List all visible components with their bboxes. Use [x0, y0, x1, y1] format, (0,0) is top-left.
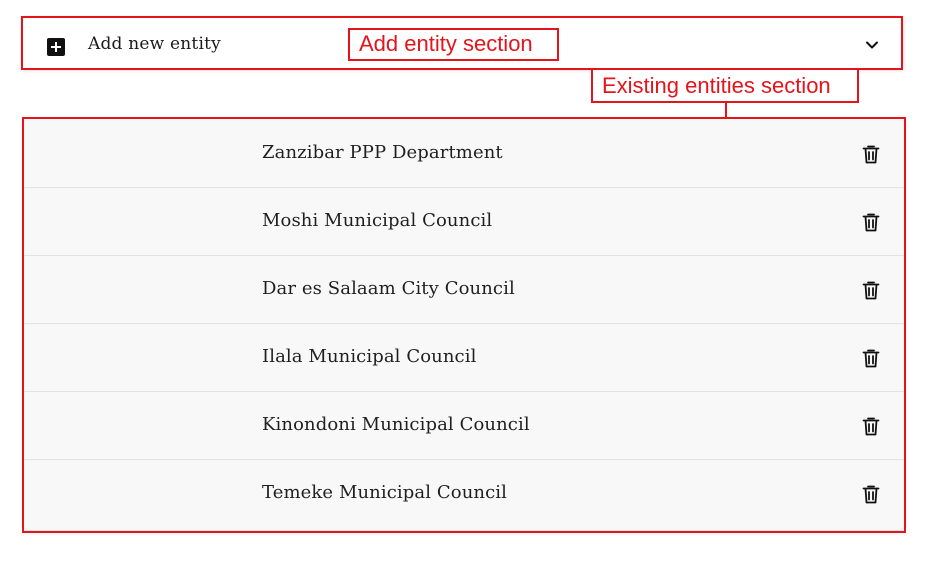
entity-name: Kinondoni Municipal Council [262, 414, 530, 435]
trash-icon[interactable] [862, 212, 880, 232]
entity-row: Kinondoni Municipal Council [24, 392, 904, 460]
trash-icon[interactable] [862, 484, 880, 504]
chevron-down-icon[interactable] [864, 37, 880, 53]
trash-icon[interactable] [862, 280, 880, 300]
entity-name: Temeke Municipal Council [262, 482, 507, 503]
entity-name: Zanzibar PPP Department [262, 142, 503, 163]
plus-square-icon [47, 38, 65, 56]
add-entity-label: Add new entity [88, 34, 221, 54]
entity-row: Dar es Salaam City Council [24, 256, 904, 324]
existing-entities-section-callout: Existing entities section [591, 68, 859, 103]
entity-name: Dar es Salaam City Council [262, 278, 515, 299]
entities-page: Add new entity Zanzibar PPP Department M… [0, 0, 930, 562]
trash-icon[interactable] [862, 348, 880, 368]
existing-entities-list: Zanzibar PPP Department Moshi Municipal … [24, 120, 904, 530]
trash-icon[interactable] [862, 144, 880, 164]
entity-row: Ilala Municipal Council [24, 324, 904, 392]
entity-row: Zanzibar PPP Department [24, 120, 904, 188]
entity-row: Moshi Municipal Council [24, 188, 904, 256]
trash-icon[interactable] [862, 416, 880, 436]
entity-name: Ilala Municipal Council [262, 346, 477, 367]
entity-name: Moshi Municipal Council [262, 210, 493, 231]
add-entity-section-callout: Add entity section [348, 28, 559, 61]
callout-connector [725, 102, 727, 118]
entity-row: Temeke Municipal Council [24, 460, 904, 528]
